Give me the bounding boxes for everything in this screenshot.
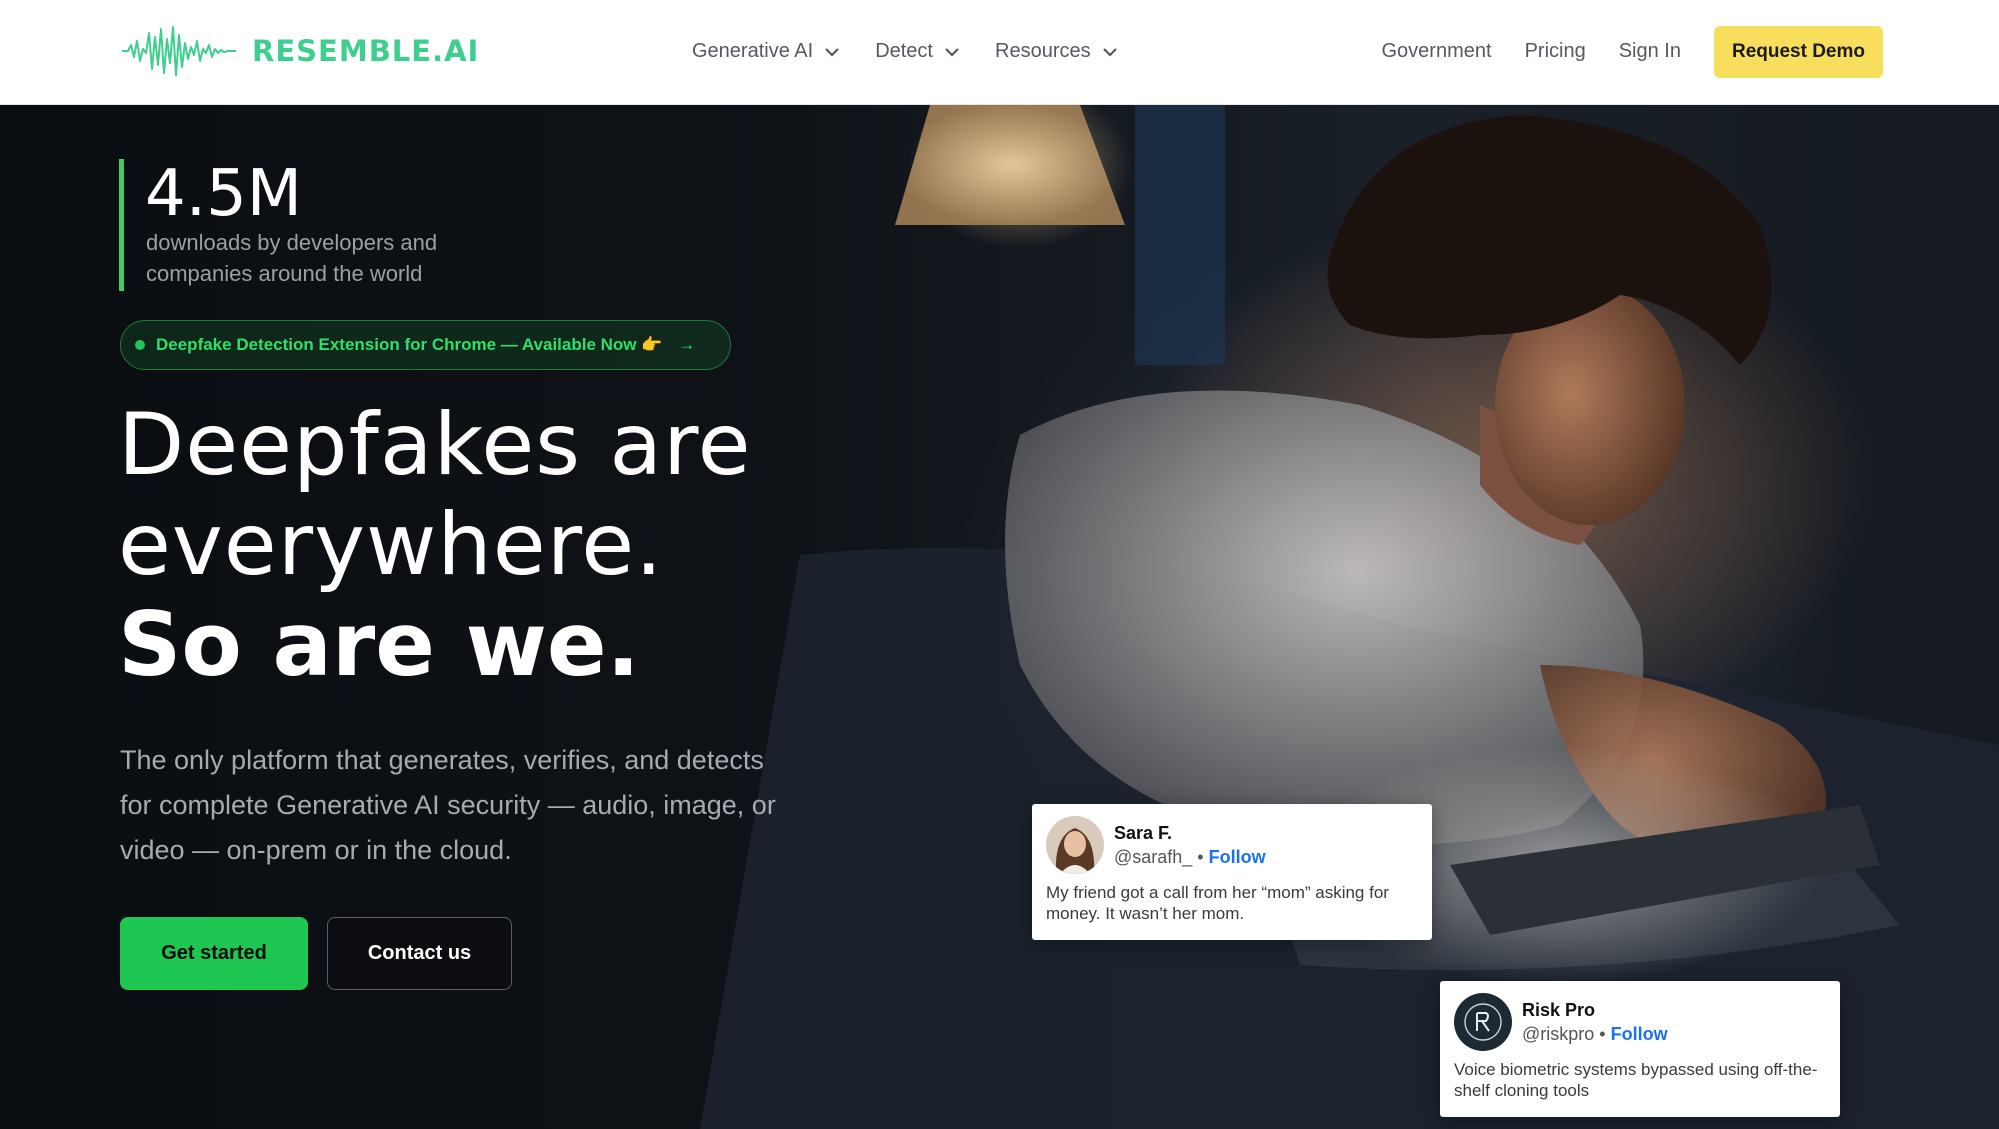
testimonial-handle-row: @sarafh_ • Follow bbox=[1114, 847, 1266, 868]
nav-link-pricing[interactable]: Pricing bbox=[1525, 40, 1586, 63]
nav-right-group: Government Pricing Sign In Request Demo bbox=[1382, 0, 1883, 103]
badge-text: Deepfake Detection Extension for Chrome … bbox=[156, 335, 663, 354]
menu-label: Generative AI bbox=[692, 40, 814, 62]
get-started-button[interactable]: Get started bbox=[120, 917, 308, 990]
nav-link-government[interactable]: Government bbox=[1382, 40, 1492, 63]
menu-detect[interactable]: Detect bbox=[875, 40, 961, 63]
testimonial-header: Risk Pro @riskpro • Follow bbox=[1454, 993, 1826, 1051]
hero-headline: Deepfakes are everywhere. So are we. bbox=[118, 395, 751, 695]
headline-line-2: everywhere. bbox=[118, 495, 664, 595]
riskpro-logo-icon bbox=[1454, 993, 1512, 1051]
menu-label: Resources bbox=[995, 40, 1091, 62]
chevron-down-icon bbox=[945, 47, 959, 57]
testimonial-handle: @sarafh_ • bbox=[1114, 846, 1204, 867]
avatar[interactable] bbox=[1046, 816, 1104, 874]
testimonial-message: Voice biometric systems bypassed using o… bbox=[1454, 1060, 1818, 1100]
user-avatar-icon bbox=[1046, 816, 1104, 874]
chevron-down-icon bbox=[825, 47, 839, 57]
chrome-extension-announcement-badge[interactable]: Deepfake Detection Extension for Chrome … bbox=[120, 320, 731, 370]
chevron-down-icon bbox=[1102, 47, 1117, 57]
menu-generative-ai[interactable]: Generative AI bbox=[692, 40, 841, 63]
testimonial-card: Risk Pro @riskpro • Follow Voice biometr… bbox=[1440, 981, 1840, 1117]
testimonial-handle: @riskpro • bbox=[1522, 1023, 1606, 1044]
menu-resources[interactable]: Resources bbox=[995, 40, 1119, 63]
headline-line-3: So are we. bbox=[118, 593, 640, 696]
follow-link[interactable]: Follow bbox=[1611, 1024, 1668, 1044]
stat-value: 4.5M bbox=[145, 157, 302, 231]
logo-text: RESEMBLE.AI bbox=[252, 34, 480, 68]
avatar[interactable] bbox=[1454, 993, 1512, 1051]
top-navigation: RESEMBLE.AI Generative AI Detect Resourc… bbox=[0, 0, 1999, 105]
testimonial-name: Risk Pro bbox=[1522, 999, 1596, 1020]
main-menu: Generative AI Detect Resources bbox=[692, 0, 1153, 103]
logo[interactable]: RESEMBLE.AI bbox=[120, 20, 479, 82]
follow-link[interactable]: Follow bbox=[1209, 847, 1266, 867]
testimonial-card: Sara F. @sarafh_ • Follow My friend got … bbox=[1032, 804, 1432, 940]
nav-link-sign-in[interactable]: Sign In bbox=[1619, 40, 1681, 63]
request-demo-button[interactable]: Request Demo bbox=[1713, 25, 1883, 78]
stat-caption: downloads by developers and companies ar… bbox=[146, 230, 438, 286]
status-dot-icon bbox=[135, 340, 145, 350]
testimonial-handle-row: @riskpro • Follow bbox=[1522, 1024, 1668, 1045]
testimonial-message: My friend got a call from her “mom” aski… bbox=[1046, 883, 1389, 923]
menu-label: Detect bbox=[875, 40, 933, 62]
contact-us-button[interactable]: Contact us bbox=[327, 917, 512, 990]
headline-line-1: Deepfakes are bbox=[118, 395, 752, 495]
hero-section: 4.5M downloads by developers and compani… bbox=[0, 105, 1999, 1129]
soundwave-logo-icon bbox=[122, 26, 236, 76]
testimonial-header: Sara F. @sarafh_ • Follow bbox=[1046, 816, 1418, 874]
testimonial-name: Sara F. bbox=[1114, 822, 1173, 843]
arrow-right-icon: → bbox=[678, 335, 696, 354]
stat-accent-bar bbox=[119, 159, 124, 291]
hero-subheadline: The only platform that generates, verifi… bbox=[120, 745, 776, 865]
